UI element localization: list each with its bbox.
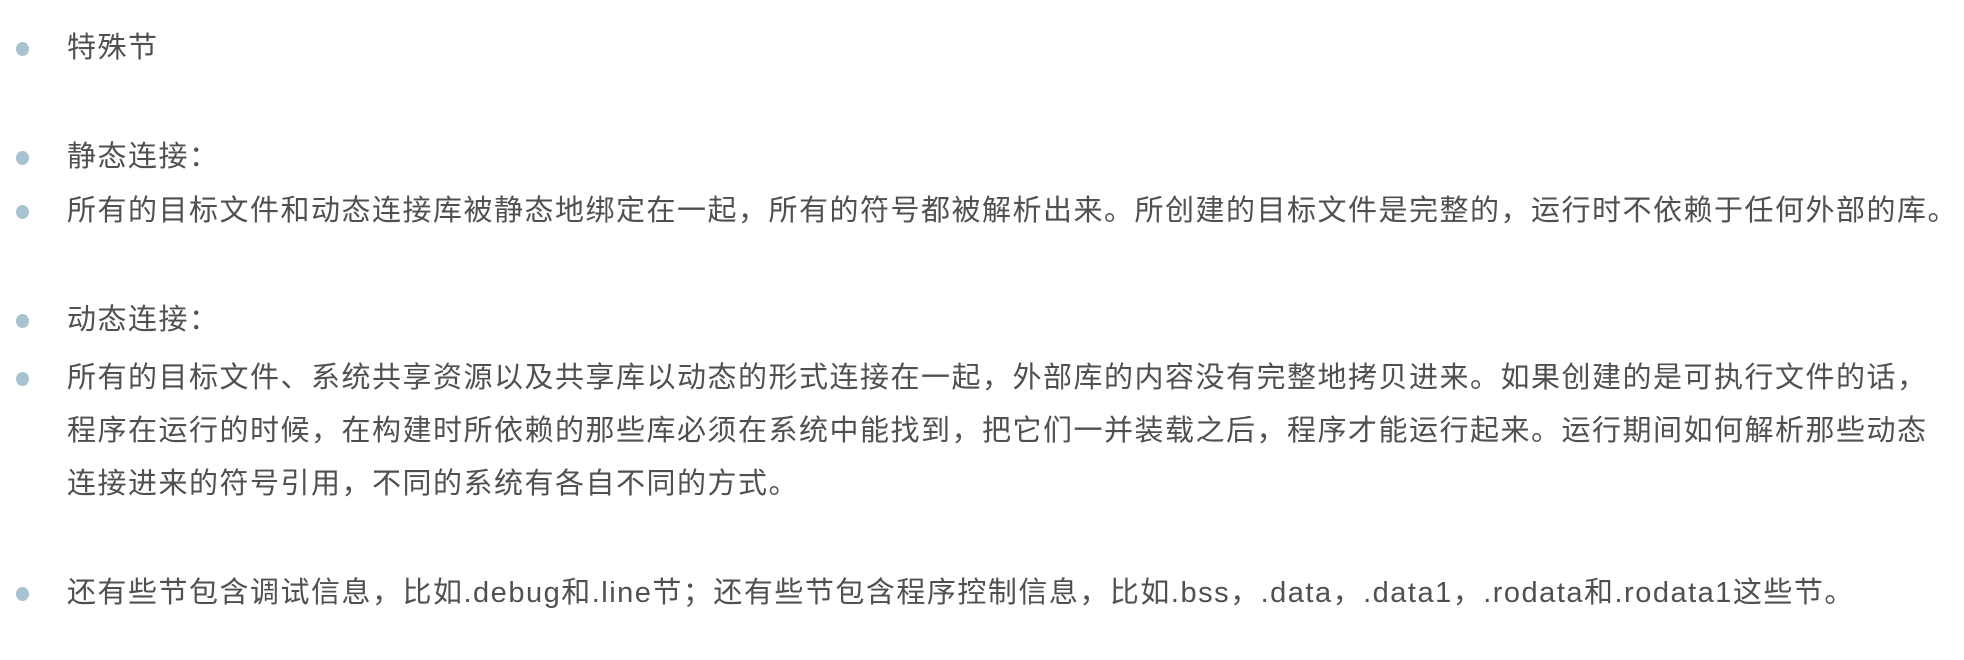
bullet-text: 还有些节包含调试信息，比如.debug和.line节；还有些节包含程序控制信息，… bbox=[67, 577, 1855, 609]
bullet-icon bbox=[16, 205, 29, 219]
paragraph-line: 所有的目标文件、系统共享资源以及共享库以动态的形式连接在一起，外部库的内容没有完… bbox=[67, 362, 1928, 394]
bullet-icon bbox=[16, 314, 29, 328]
bullet-text: 静态连接： bbox=[67, 141, 220, 173]
bullet-icon bbox=[16, 151, 29, 165]
bullet-icon bbox=[16, 42, 29, 56]
bullet-icon bbox=[16, 372, 29, 386]
bullet-text: 动态连接： bbox=[67, 304, 220, 336]
bullet-text: 所有的目标文件和动态连接库被静态地绑定在一起，所有的符号都被解析出来。所创建的目… bbox=[67, 195, 1959, 227]
paragraph-line: 程序在运行的时候，在构建时所依赖的那些库必须在系统中能找到，把它们一并装载之后，… bbox=[67, 415, 1928, 447]
paragraph-line: 连接进来的符号引用，不同的系统有各自不同的方式。 bbox=[67, 468, 800, 500]
bullet-icon bbox=[16, 587, 29, 601]
bullet-text: 特殊节 bbox=[67, 32, 159, 64]
bullet-text: 所有的目标文件、系统共享资源以及共享库以动态的形式连接在一起，外部库的内容没有完… bbox=[67, 352, 1928, 511]
